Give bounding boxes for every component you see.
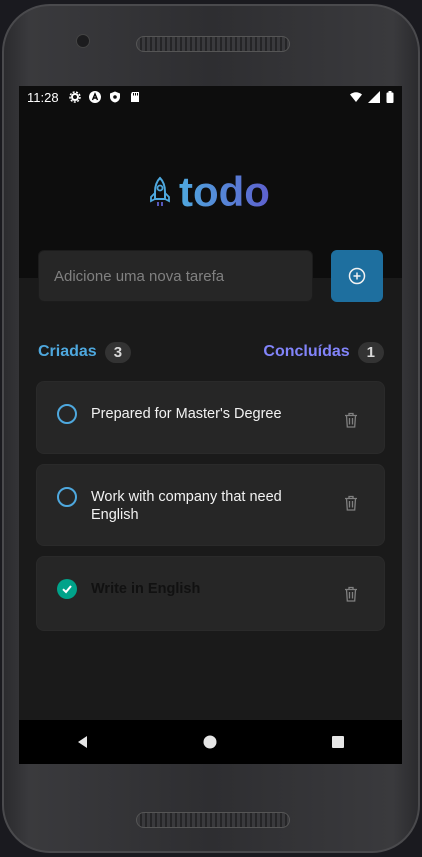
done-label: Concluídas: [263, 343, 350, 360]
task-text: Prepared for Master's Degree: [91, 406, 282, 422]
done-counter: Concluídas 1: [263, 341, 384, 363]
status-time: 11:28: [27, 89, 59, 105]
back-icon[interactable]: [76, 735, 90, 749]
task-item: Prepared for Master's Degree: [36, 381, 385, 454]
home-icon[interactable]: [203, 735, 217, 749]
add-task-button[interactable]: [331, 250, 383, 302]
gear-icon: [68, 91, 81, 103]
task-checkbox[interactable]: [57, 404, 77, 424]
app-logo: todo: [149, 168, 270, 216]
trash-icon[interactable]: [344, 495, 358, 511]
shield-icon: [109, 91, 120, 103]
battery-icon: [386, 91, 394, 103]
trash-icon[interactable]: [344, 412, 358, 428]
task-text: Write in English: [91, 581, 201, 597]
signal-icon: [368, 91, 380, 103]
plus-circle-icon: [348, 267, 366, 285]
top-speaker: [136, 36, 290, 52]
created-label: Criadas: [38, 343, 97, 360]
task-counters: Criadas 3 Concluídas 1: [38, 340, 384, 364]
logo-text: todo: [179, 168, 270, 215]
sd-card-icon: [130, 92, 139, 102]
front-camera: [76, 34, 90, 48]
done-count-badge: 1: [357, 341, 384, 363]
task-checkbox[interactable]: [57, 487, 77, 507]
rocket-icon: [150, 176, 170, 206]
task-checkbox-checked[interactable]: [57, 579, 77, 599]
task-list: Prepared for Master's Degree Work with c…: [36, 381, 385, 641]
task-item: Work with company that need English: [36, 464, 385, 546]
trash-icon[interactable]: [344, 586, 358, 602]
bottom-speaker: [136, 812, 290, 828]
new-task-input[interactable]: [38, 250, 313, 302]
wifi-icon: [350, 92, 362, 102]
recents-icon[interactable]: [331, 735, 345, 749]
system-nav-bar: [19, 720, 402, 764]
a-circle-icon: [88, 91, 101, 103]
created-counter: Criadas 3: [38, 341, 132, 363]
created-count-badge: 3: [104, 341, 132, 363]
new-task-form: [38, 250, 385, 302]
task-item: Write in English: [36, 556, 385, 631]
check-icon: [62, 585, 72, 594]
status-bar: 11:28: [19, 86, 402, 108]
app-screen: 11:28 todo Adicione uma nova tarefa Cria…: [19, 86, 402, 764]
task-text: Work with company that need English: [91, 489, 282, 523]
